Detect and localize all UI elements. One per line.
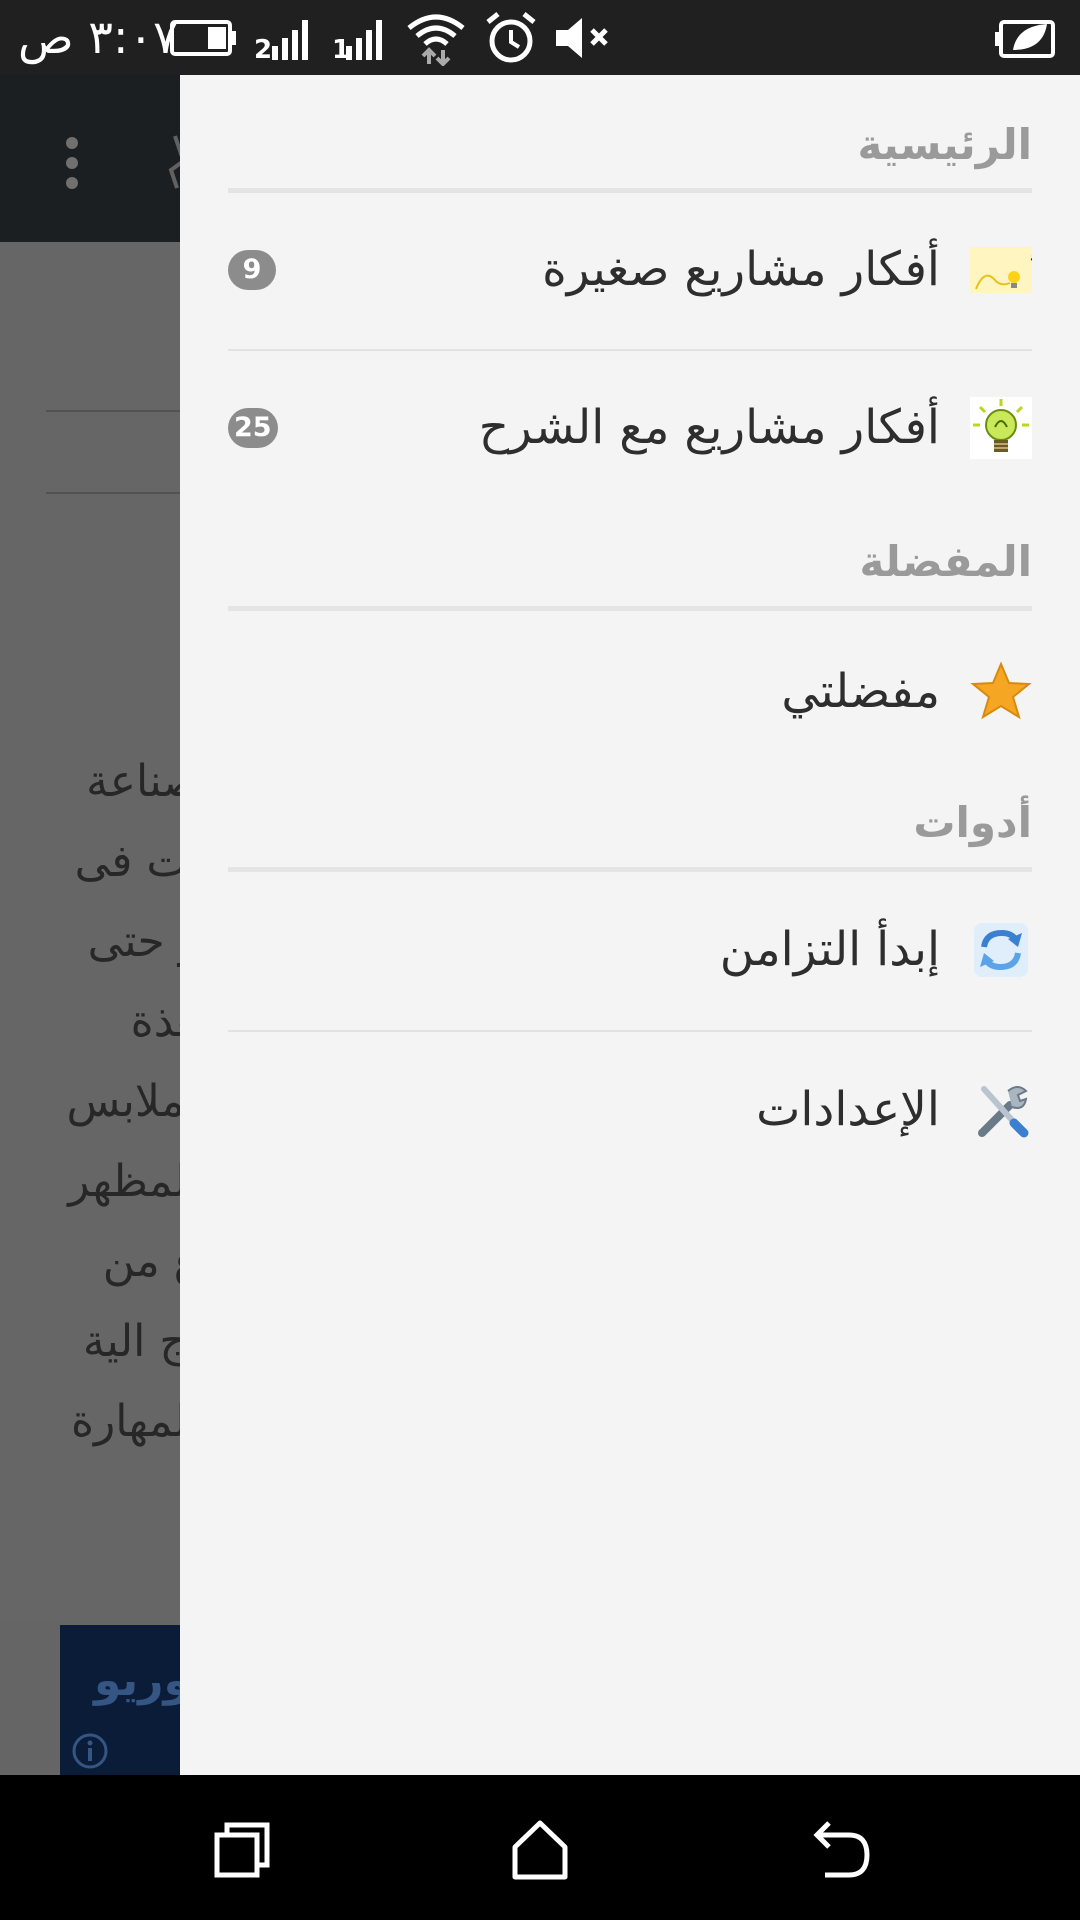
- back-icon[interactable]: [795, 1805, 885, 1895]
- drawer-item-label: إبدأ التزامن: [719, 922, 940, 977]
- count-badge: 9: [228, 250, 276, 290]
- svg-text:2: 2: [254, 35, 272, 65]
- section-divider: [228, 867, 1032, 872]
- status-bar: ٣:٠٧ ص 2 1: [0, 0, 1080, 75]
- section-divider: [228, 606, 1032, 611]
- section-header-tools: أدوات: [913, 798, 1032, 847]
- status-time: ٣:٠٧ ص: [18, 10, 178, 64]
- drawer-item-label: أفكار مشاريع صغيرة: [542, 242, 940, 297]
- count-badge: 25: [228, 408, 278, 448]
- lightbulb-icon: [970, 397, 1032, 459]
- section-divider: [228, 188, 1032, 193]
- drawer-item-projects-explained[interactable]: أفكار مشاريع مع الشرح 25: [228, 353, 1032, 503]
- system-navigation-bar: [0, 1775, 1080, 1920]
- section-header-main: الرئيسية: [857, 120, 1032, 169]
- section-header-favorites: المفضلة: [859, 537, 1032, 586]
- wifi-icon: [407, 14, 465, 66]
- drawer-scrim[interactable]: [0, 75, 180, 1775]
- item-divider: [228, 349, 1032, 351]
- drawer-item-label: أفكار مشاريع مع الشرح: [478, 400, 940, 455]
- ideas-lightbulb-icon: أفكار مربحة: [970, 247, 1032, 293]
- drawer-item-settings[interactable]: الإعدادات: [228, 1035, 1032, 1185]
- mute-icon: [556, 18, 608, 58]
- settings-tools-icon: [978, 1086, 1029, 1138]
- svg-text:أفكار مربحة: أفكار مربحة: [1030, 250, 1032, 264]
- drawer-item-my-favorites[interactable]: مفضلتي: [228, 617, 1032, 767]
- home-icon[interactable]: [495, 1805, 585, 1895]
- drawer-item-start-sync[interactable]: إبدأ التزامن: [228, 875, 1032, 1025]
- recents-icon[interactable]: [195, 1805, 285, 1895]
- navigation-drawer: الرئيسية أفكار مربحة أفكار مشاريع صغيرة …: [180, 75, 1080, 1775]
- signal-2g-icon: 2: [254, 20, 308, 65]
- alarm-icon: [486, 12, 536, 63]
- drawer-item-label: مفضلتي: [781, 664, 940, 719]
- drawer-item-small-projects[interactable]: أفكار مربحة أفكار مشاريع صغيرة 9: [228, 195, 1032, 345]
- item-divider: [228, 1030, 1032, 1032]
- drawer-item-label: الإعدادات: [756, 1082, 940, 1137]
- sync-icon: [974, 923, 1028, 977]
- star-icon: [970, 661, 1032, 720]
- battery-icon: [170, 20, 236, 56]
- signal-icon: 1: [332, 20, 382, 65]
- battery-saver-icon: [995, 20, 1055, 58]
